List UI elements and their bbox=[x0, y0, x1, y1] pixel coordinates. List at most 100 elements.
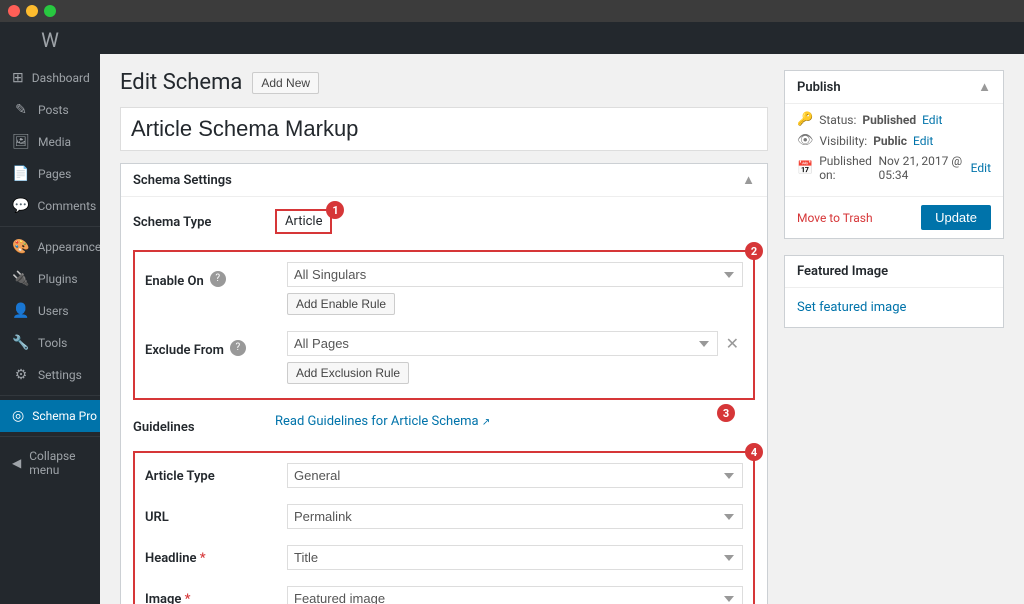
image-field: Featured image Custom bbox=[287, 586, 743, 604]
sidebar-item-label: Users bbox=[38, 304, 69, 318]
posts-icon: ✎ bbox=[12, 102, 30, 118]
enable-on-field: All Singulars All Pages All Posts Homepa… bbox=[287, 262, 743, 315]
publish-toggle-icon: ▲ bbox=[978, 79, 991, 95]
published-icon: 📅 bbox=[797, 161, 813, 176]
exclude-from-info-icon[interactable]: ? bbox=[230, 340, 246, 356]
schema-type-label: Schema Type bbox=[133, 209, 263, 230]
schema-type-row: Schema Type Article 1 bbox=[133, 209, 755, 234]
collapse-menu[interactable]: ◀ Collapse menu bbox=[0, 441, 100, 485]
remove-exclude-button[interactable]: ✕ bbox=[722, 334, 743, 354]
sidebar-divider-2 bbox=[0, 395, 100, 396]
url-field: Permalink Custom bbox=[287, 504, 743, 529]
image-label: Image * bbox=[145, 586, 275, 604]
enable-on-info-icon[interactable]: ? bbox=[210, 271, 226, 287]
visibility-edit-link[interactable]: Edit bbox=[913, 134, 933, 148]
sidebar-item-label: Media bbox=[38, 135, 71, 149]
sidebar-item-label: Settings bbox=[38, 368, 82, 382]
plugins-icon: 🔌 bbox=[12, 271, 30, 287]
tools-icon: 🔧 bbox=[12, 335, 30, 351]
main-column: Edit Schema Add New Schema Settings ▲ Sc… bbox=[120, 70, 768, 604]
trash-link[interactable]: Move to Trash bbox=[797, 211, 873, 225]
guidelines-link[interactable]: Read Guidelines for Article Schema ↗ bbox=[275, 414, 490, 429]
sidebar-item-tools[interactable]: 🔧 Tools bbox=[0, 327, 100, 359]
url-label: URL bbox=[145, 504, 275, 525]
close-button[interactable] bbox=[8, 5, 20, 17]
publish-header[interactable]: Publish ▲ bbox=[785, 71, 1003, 104]
collapse-label: Collapse menu bbox=[29, 449, 88, 477]
guidelines-label: Guidelines bbox=[133, 414, 263, 435]
published-label: Published on: bbox=[819, 154, 872, 182]
update-button[interactable]: Update bbox=[921, 205, 991, 230]
url-select[interactable]: Permalink Custom bbox=[287, 504, 743, 529]
enable-on-select[interactable]: All Singulars All Pages All Posts Homepa… bbox=[287, 262, 743, 287]
sidebar-item-label: Posts bbox=[38, 103, 69, 117]
featured-image-body: Set featured image bbox=[785, 288, 1003, 327]
headline-label: Headline * bbox=[145, 545, 275, 566]
publish-title: Publish bbox=[797, 80, 841, 95]
status-value: Published bbox=[862, 113, 916, 127]
exclude-from-field: All Pages All Singulars All Posts Homepa… bbox=[287, 331, 743, 384]
page-title-row: Edit Schema Add New bbox=[120, 70, 768, 95]
add-enable-rule-button[interactable]: Add Enable Rule bbox=[287, 293, 395, 315]
collapse-icon: ◀ bbox=[12, 456, 21, 470]
published-value: Nov 21, 2017 @ 05:34 bbox=[878, 154, 964, 182]
maximize-button[interactable] bbox=[44, 5, 56, 17]
minimize-button[interactable] bbox=[26, 5, 38, 17]
featured-image-title: Featured Image bbox=[797, 264, 888, 279]
sidebar-item-posts[interactable]: ✎ Posts bbox=[0, 94, 100, 126]
users-icon: 👤 bbox=[12, 303, 30, 319]
sidebar-item-users[interactable]: 👤 Users bbox=[0, 295, 100, 327]
sidebar-item-label: Pages bbox=[38, 167, 71, 181]
exclude-select-row: All Pages All Singulars All Posts Homepa… bbox=[287, 331, 743, 356]
image-select[interactable]: Featured image Custom bbox=[287, 586, 743, 604]
exclude-from-select[interactable]: All Pages All Singulars All Posts Homepa… bbox=[287, 331, 718, 356]
sidebar-item-media[interactable]: 🖼 Media bbox=[0, 126, 100, 158]
enable-on-label: Enable On bbox=[145, 268, 204, 289]
add-exclusion-rule-button[interactable]: Add Exclusion Rule bbox=[287, 362, 409, 384]
sidebar-item-comments[interactable]: 💬 Comments bbox=[0, 190, 100, 222]
headline-row: Headline * Title Custom bbox=[145, 545, 743, 570]
dashboard-icon: ⊞ bbox=[12, 70, 24, 86]
published-edit-link[interactable]: Edit bbox=[971, 161, 991, 175]
sidebar-item-appearance[interactable]: 🎨 Appearance bbox=[0, 231, 100, 263]
publish-footer: Move to Trash Update bbox=[785, 196, 1003, 238]
media-icon: 🖼 bbox=[12, 134, 30, 150]
featured-image-header[interactable]: Featured Image bbox=[785, 256, 1003, 288]
image-required: * bbox=[185, 592, 191, 604]
settings-icon: ⚙ bbox=[12, 367, 30, 383]
sidebar-item-label: Plugins bbox=[38, 272, 78, 286]
status-row: 🔑 Status: Published Edit bbox=[797, 112, 991, 127]
exclude-from-row: Exclude From ? All Pages All Singulars A… bbox=[145, 331, 743, 384]
sidebar-item-settings[interactable]: ⚙ Settings bbox=[0, 359, 100, 391]
visibility-icon: 👁 bbox=[797, 133, 814, 148]
sidebar-item-schema-pro[interactable]: ◎ Schema Pro bbox=[0, 400, 100, 432]
status-edit-link[interactable]: Edit bbox=[922, 113, 942, 127]
guidelines-field: Read Guidelines for Article Schema ↗ 3 bbox=[275, 414, 755, 429]
pages-icon: 📄 bbox=[12, 166, 30, 182]
image-row: Image * Featured image Custom bbox=[145, 586, 743, 604]
visibility-value: Public bbox=[873, 134, 907, 148]
status-icon: 🔑 bbox=[797, 112, 813, 127]
add-new-button[interactable]: Add New bbox=[252, 72, 319, 94]
schema-pro-icon: ◎ bbox=[12, 408, 24, 424]
badge-1: 1 bbox=[326, 201, 344, 219]
content-area: Edit Schema Add New Schema Settings ▲ Sc… bbox=[100, 54, 1024, 604]
side-column: Publish ▲ 🔑 Status: Published Edit 👁 Vis… bbox=[784, 70, 1004, 604]
sidebar-item-pages[interactable]: 📄 Pages bbox=[0, 158, 100, 190]
set-featured-image-link[interactable]: Set featured image bbox=[797, 300, 906, 315]
schema-type-value: Article 1 bbox=[275, 209, 755, 234]
sidebar-divider bbox=[0, 226, 100, 227]
url-row: URL Permalink Custom bbox=[145, 504, 743, 529]
wp-logo: W bbox=[0, 22, 100, 58]
headline-select[interactable]: Title Custom bbox=[287, 545, 743, 570]
article-fields-box: 4 Article Type General Article NewsArtic… bbox=[133, 451, 755, 604]
schema-type-display: Article 1 bbox=[275, 209, 332, 234]
schema-settings-metabox: Schema Settings ▲ Schema Type Article 1 bbox=[120, 163, 768, 604]
sidebar-item-plugins[interactable]: 🔌 Plugins bbox=[0, 263, 100, 295]
article-type-select[interactable]: General Article NewsArticle BlogPosting bbox=[287, 463, 743, 488]
sidebar-item-dashboard[interactable]: ⊞ Dashboard bbox=[0, 62, 100, 94]
post-title-input[interactable] bbox=[120, 107, 768, 151]
schema-settings-header[interactable]: Schema Settings ▲ bbox=[121, 164, 767, 197]
appearance-icon: 🎨 bbox=[12, 239, 29, 255]
published-row: 📅 Published on: Nov 21, 2017 @ 05:34 Edi… bbox=[797, 154, 991, 182]
